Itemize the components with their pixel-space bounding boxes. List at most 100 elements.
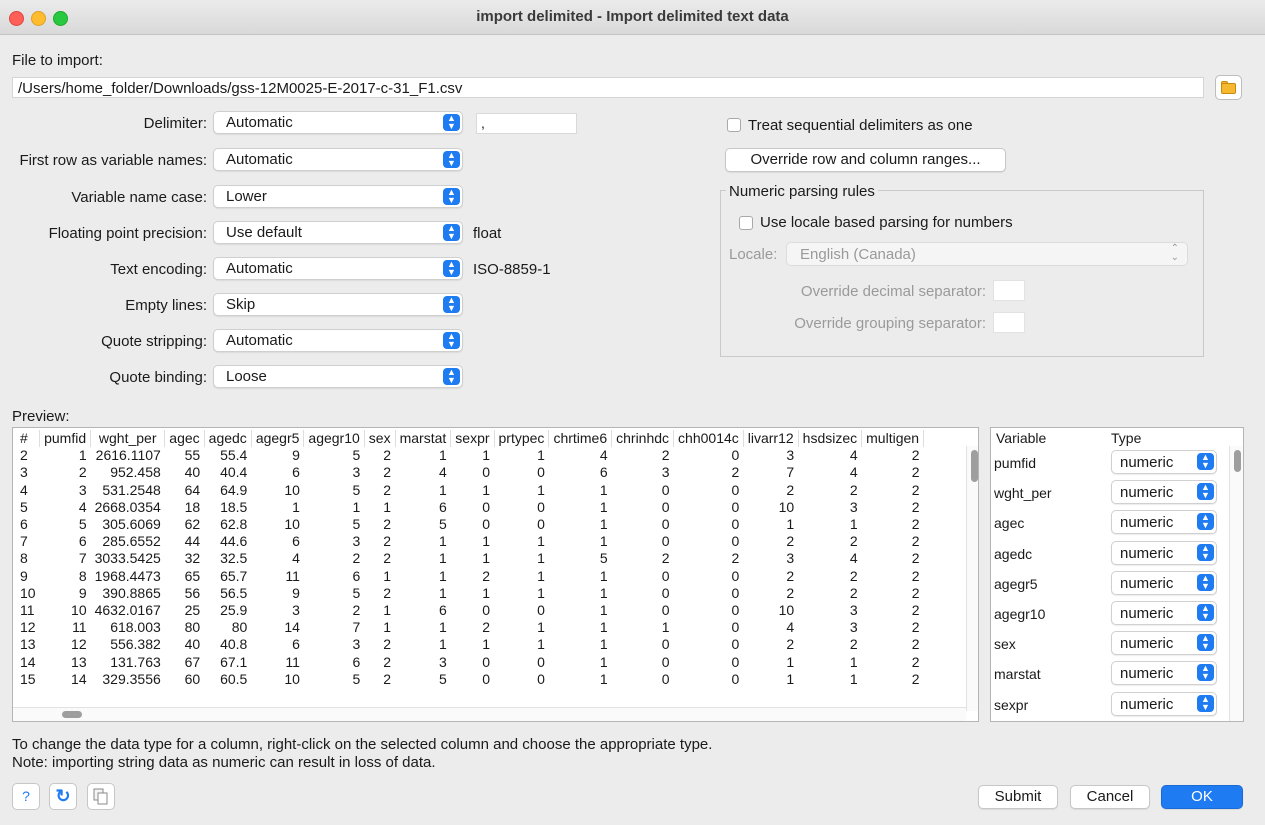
scroll-thumb[interactable] [971,450,978,482]
table-cell[interactable]: 4 [16,482,40,499]
preview-column-header[interactable]: multigen [861,430,925,448]
preview-table[interactable]: # pumfid wght_per agec agedc agegr5 agegr10 sex… [12,427,979,722]
table-cell[interactable]: 40 [165,464,204,481]
table-cell[interactable]: 65 [165,568,204,585]
table-cell[interactable]: 1 [395,533,451,550]
table-cell[interactable]: 0 [494,653,549,670]
table-cell[interactable]: 1 [40,447,91,464]
override-ranges-button[interactable]: Override row and column ranges... [725,148,1006,172]
preview-column-header[interactable]: agegr10 [303,430,365,448]
table-cell[interactable]: 0 [451,671,494,688]
table-row[interactable]: 11 10 4632.0167 25 25.9 3 2 1 6 0 0 1 0 0 10 3 2 [16,602,924,619]
quote-binding-select[interactable]: Loose ▲ ▼ [213,365,463,388]
table-cell[interactable]: 3033.5425 [91,550,165,567]
table-cell[interactable]: 5 [304,671,364,688]
file-path-field[interactable]: /Users/home_folder/Downloads/gss-12M0025… [12,77,1204,98]
table-cell[interactable]: 3 [743,550,798,567]
table-cell[interactable]: 80 [204,619,251,636]
table-cell[interactable]: 10 [40,602,91,619]
table-cell[interactable]: 2 [862,533,924,550]
table-cell[interactable]: 2 [451,568,494,585]
table-cell[interactable]: 2 [862,653,924,670]
table-cell[interactable]: 2 [743,636,798,653]
preview-column-header[interactable]: sexpr [450,430,495,448]
float-precision-select[interactable]: Use default ▲ ▼ [213,221,463,244]
variable-type-select[interactable]: numeric ▲ ▼ [1111,510,1217,535]
table-cell[interactable]: 1 [451,447,494,464]
table-cell[interactable]: 7 [16,533,40,550]
table-cell[interactable]: 1 [494,447,549,464]
table-cell[interactable]: 6 [304,568,364,585]
variable-type-select[interactable]: numeric ▲ ▼ [1111,691,1217,716]
table-cell[interactable]: 0 [674,636,744,653]
first-row-select[interactable]: Automatic ▲ ▼ [213,148,463,171]
locale-parsing-checkbox[interactable] [739,216,753,230]
table-cell[interactable]: 14 [16,653,40,670]
table-cell[interactable]: 10 [743,499,798,516]
table-cell[interactable]: 1 [549,533,612,550]
table-cell[interactable]: 2 [364,585,395,602]
table-cell[interactable]: 6 [251,533,304,550]
table-cell[interactable]: 14 [251,619,304,636]
preview-column-header[interactable]: chrtime6 [548,430,613,448]
table-cell[interactable]: 0 [674,653,744,670]
table-cell[interactable]: 6 [251,464,304,481]
table-cell[interactable]: 2 [364,516,395,533]
table-cell[interactable]: 2 [364,482,395,499]
table-cell[interactable]: 305.6069 [91,516,165,533]
table-cell[interactable]: 0 [612,516,674,533]
table-cell[interactable]: 2 [304,602,364,619]
help-button[interactable]: ? [12,783,40,810]
table-cell[interactable]: 0 [494,671,549,688]
table-cell[interactable]: 3 [798,602,861,619]
custom-delimiter-field[interactable]: , [476,113,577,134]
table-cell[interactable]: 0 [451,464,494,481]
table-cell[interactable]: 0 [674,568,744,585]
variable-type-select[interactable]: numeric ▲ ▼ [1111,631,1217,656]
table-cell[interactable]: 0 [674,516,744,533]
table-cell[interactable]: 2 [862,619,924,636]
table-cell[interactable]: 2 [364,653,395,670]
submit-button[interactable]: Submit [978,785,1058,809]
table-cell[interactable]: 6 [16,516,40,533]
table-row[interactable]: 6 5 305.6069 62 62.8 10 5 2 5 0 0 1 0 0 1 1 2 [16,516,924,533]
preview-column-header[interactable]: agec [164,430,205,448]
table-cell[interactable]: 1 [451,636,494,653]
table-cell[interactable]: 18.5 [204,499,251,516]
table-cell[interactable]: 0 [612,533,674,550]
table-cell[interactable]: 4 [798,447,861,464]
table-cell[interactable]: 0 [451,602,494,619]
table-cell[interactable]: 6 [395,499,451,516]
table-cell[interactable]: 1 [549,482,612,499]
table-cell[interactable]: 1 [549,671,612,688]
table-cell[interactable]: 1 [395,447,451,464]
table-cell[interactable]: 2 [862,482,924,499]
table-cell[interactable]: 3 [798,619,861,636]
table-row[interactable]: 4 3 531.2548 64 64.9 10 5 2 1 1 1 1 0 0 2 2 2 [16,482,924,499]
table-cell[interactable]: 2 [862,568,924,585]
table-cell[interactable]: 2 [304,550,364,567]
table-cell[interactable]: 3 [304,464,364,481]
preview-column-header[interactable]: agedc [204,430,252,448]
preview-column-header[interactable]: pumfid [39,430,92,448]
table-cell[interactable]: 131.763 [91,653,165,670]
table-cell[interactable]: 2 [862,671,924,688]
table-row[interactable]: 7 6 285.6552 44 44.6 6 3 2 1 1 1 1 0 0 2 2 2 [16,533,924,550]
table-cell[interactable]: 2 [612,550,674,567]
table-cell[interactable]: 4632.0167 [91,602,165,619]
table-cell[interactable]: 80 [165,619,204,636]
table-cell[interactable]: 55 [165,447,204,464]
table-cell[interactable]: 0 [494,499,549,516]
table-cell[interactable]: 1 [494,482,549,499]
table-cell[interactable]: 1 [743,671,798,688]
table-cell[interactable]: 62.8 [204,516,251,533]
table-row[interactable]: 14 13 131.763 67 67.1 11 6 2 3 0 0 1 0 0 1 1 2 [16,653,924,670]
table-cell[interactable]: 2 [743,585,798,602]
table-row[interactable]: 15 14 329.3556 60 60.5 10 5 2 5 0 0 1 0 0 1 1 2 [16,671,924,688]
sequential-delims-checkbox[interactable] [727,118,741,132]
table-cell[interactable]: 2 [364,464,395,481]
preview-column-header[interactable]: marstat [395,430,452,448]
table-cell[interactable]: 5 [304,516,364,533]
table-cell[interactable]: 25 [165,602,204,619]
table-cell[interactable]: 2 [612,447,674,464]
